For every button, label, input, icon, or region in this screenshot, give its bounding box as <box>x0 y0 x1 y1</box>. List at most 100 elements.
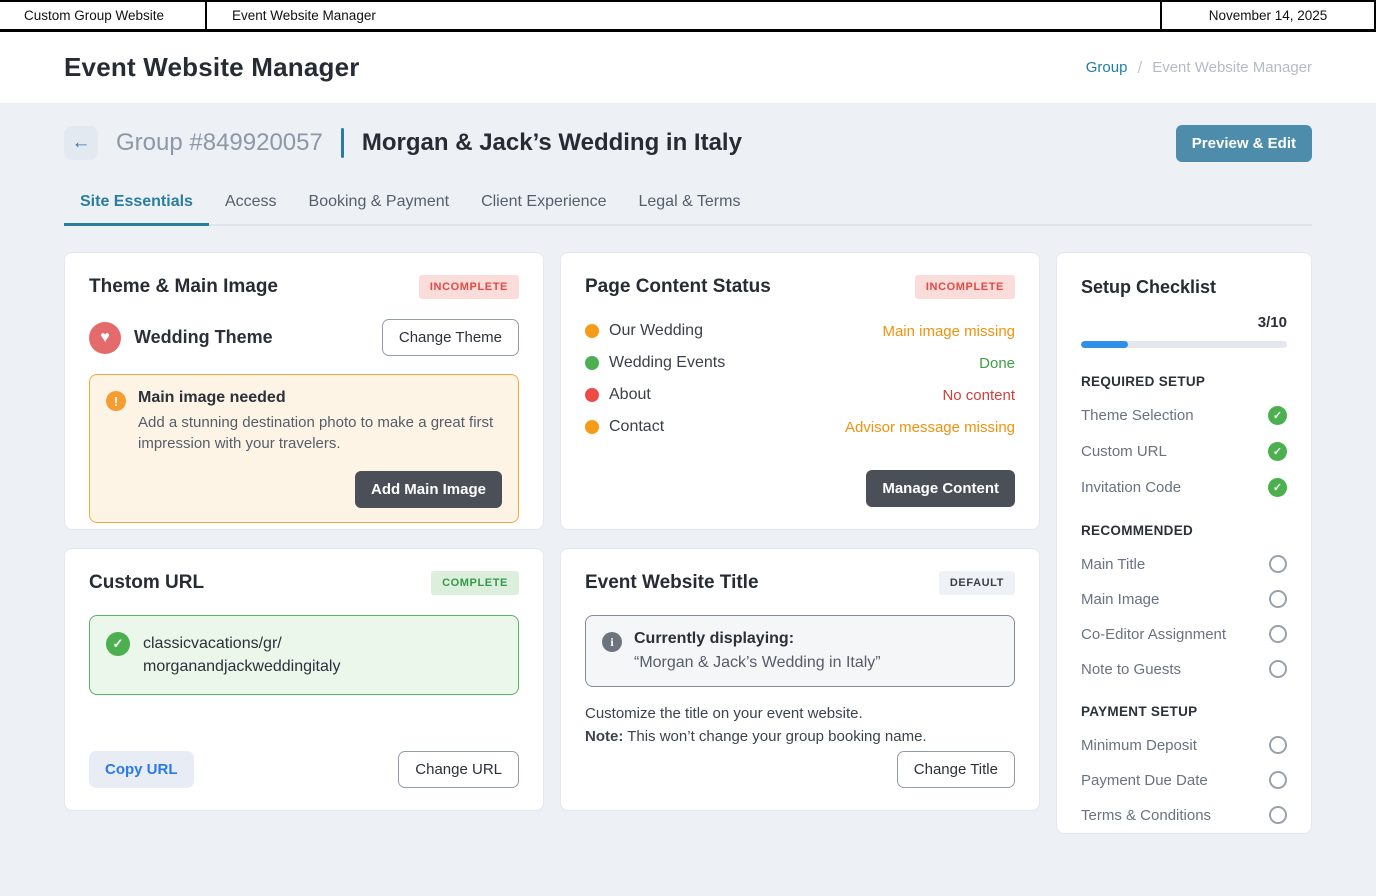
content-area: ← Group #849920057 Morgan & Jack’s Weddi… <box>0 103 1376 834</box>
preview-edit-button[interactable]: Preview & Edit <box>1176 125 1312 162</box>
check-circle-icon: ✓ <box>1268 478 1287 497</box>
info-title: Currently displaying: <box>634 630 881 648</box>
status-row-contact: Contact Advisor message missing <box>585 411 1015 443</box>
card-title: Page Content Status <box>585 276 771 298</box>
change-title-button[interactable]: Change Title <box>897 751 1015 788</box>
check-circle-icon: ✓ <box>1268 442 1287 461</box>
status-badge: INCOMPLETE <box>419 275 519 299</box>
change-theme-button[interactable]: Change Theme <box>382 319 519 356</box>
section-heading-payment: PAYMENT SETUP <box>1081 704 1287 719</box>
empty-circle-icon <box>1269 806 1287 824</box>
breadcrumb: Group / Event Website Manager <box>1086 58 1312 78</box>
checklist-item-main-title: Main Title <box>1081 555 1287 573</box>
status-dot-icon <box>585 324 599 338</box>
card-title: Theme & Main Image <box>89 276 278 298</box>
middle-column: Page Content Status INCOMPLETE Our Weddi… <box>560 252 1040 811</box>
status-badge: INCOMPLETE <box>915 275 1015 299</box>
section-heading-required: REQUIRED SETUP <box>1081 374 1287 389</box>
top-bar: Custom Group Website Event Website Manag… <box>0 0 1376 32</box>
current-title-box: i Currently displaying: “Morgan & Jack’s… <box>585 615 1015 687</box>
empty-circle-icon <box>1269 771 1287 789</box>
theme-name: Wedding Theme <box>134 327 273 348</box>
tab-site-essentials[interactable]: Site Essentials <box>64 185 209 226</box>
manage-content-button[interactable]: Manage Content <box>866 470 1015 507</box>
breadcrumb-current: Event Website Manager <box>1152 59 1312 76</box>
topbar-date: November 14, 2025 <box>1160 2 1376 29</box>
progress-bar <box>1081 341 1287 348</box>
status-badge: COMPLETE <box>431 571 519 595</box>
copy-url-button[interactable]: Copy URL <box>89 751 194 788</box>
checklist-score: 3/10 <box>1081 314 1287 331</box>
empty-circle-icon <box>1269 736 1287 754</box>
custom-url-card: Custom URL COMPLETE ✓ classicvacations/g… <box>64 548 544 811</box>
checklist-item-payment-due-date: Payment Due Date <box>1081 771 1287 789</box>
status-list: Our Wedding Main image missing Wedding E… <box>585 315 1015 443</box>
event-title: Morgan & Jack’s Wedding in Italy <box>362 129 742 157</box>
breadcrumb-separator: / <box>1137 58 1142 78</box>
page-content-status-card: Page Content Status INCOMPLETE Our Weddi… <box>560 252 1040 530</box>
tab-bar: Site Essentials Access Booking & Payment… <box>64 185 1312 226</box>
warning-body: Add a stunning destination photo to make… <box>138 412 502 455</box>
topbar-tab-label: Event Website Manager <box>232 8 376 23</box>
add-main-image-button[interactable]: Add Main Image <box>355 471 502 508</box>
status-row-wedding-events: Wedding Events Done <box>585 347 1015 379</box>
warning-icon: ! <box>106 391 126 411</box>
empty-circle-icon <box>1269 555 1287 573</box>
check-circle-icon: ✓ <box>1268 406 1287 425</box>
page-title: Event Website Manager <box>64 52 360 83</box>
heart-icon: ♥ <box>89 322 121 354</box>
group-header: ← Group #849920057 Morgan & Jack’s Weddi… <box>64 123 1312 163</box>
card-title: Custom URL <box>89 572 204 594</box>
empty-circle-icon <box>1269 625 1287 643</box>
left-column: Theme & Main Image INCOMPLETE ♥ Wedding … <box>64 252 544 811</box>
status-dot-icon <box>585 420 599 434</box>
theme-row: ♥ Wedding Theme Change Theme <box>89 319 519 356</box>
title-description: Customize the title on your event websit… <box>585 703 1015 748</box>
group-number: Group #849920057 <box>116 129 323 157</box>
title-divider <box>341 128 344 158</box>
checklist-item-custom-url: Custom URL ✓ <box>1081 442 1287 461</box>
tab-access[interactable]: Access <box>209 185 293 224</box>
setup-checklist: Setup Checklist 3/10 REQUIRED SETUP Them… <box>1056 252 1312 834</box>
back-button[interactable]: ← <box>64 126 98 160</box>
empty-circle-icon <box>1269 590 1287 608</box>
warning-title: Main image needed <box>138 389 502 407</box>
topbar-tab-label: Custom Group Website <box>24 8 164 23</box>
status-dot-icon <box>585 356 599 370</box>
change-url-button[interactable]: Change URL <box>398 751 519 788</box>
card-title: Event Website Title <box>585 572 759 594</box>
status-badge: DEFAULT <box>939 571 1015 595</box>
main-image-warning: ! Main image needed Add a stunning desti… <box>89 374 519 523</box>
empty-circle-icon <box>1269 660 1287 678</box>
custom-url-value: classicvacations/gr/ morganandjackweddin… <box>143 632 340 678</box>
checklist-item-main-image: Main Image <box>1081 590 1287 608</box>
date-label: November 14, 2025 <box>1209 8 1328 23</box>
url-display-box: ✓ classicvacations/gr/ morganandjackwedd… <box>89 615 519 695</box>
tab-client-experience[interactable]: Client Experience <box>465 185 622 224</box>
section-heading-recommended: RECOMMENDED <box>1081 523 1287 538</box>
checklist-item-minimum-deposit: Minimum Deposit <box>1081 736 1287 754</box>
tab-booking-payment[interactable]: Booking & Payment <box>293 185 466 224</box>
checklist-title: Setup Checklist <box>1081 277 1287 298</box>
status-row-our-wedding: Our Wedding Main image missing <box>585 315 1015 347</box>
back-arrow-icon: ← <box>72 132 91 154</box>
event-website-title-card: Event Website Title DEFAULT i Currently … <box>560 548 1040 811</box>
checklist-item-invitation-code: Invitation Code ✓ <box>1081 478 1287 497</box>
topbar-tab-custom-group-website[interactable]: Custom Group Website <box>0 2 207 29</box>
theme-main-image-card: Theme & Main Image INCOMPLETE ♥ Wedding … <box>64 252 544 530</box>
checklist-item-terms-conditions: Terms & Conditions <box>1081 806 1287 824</box>
status-dot-icon <box>585 388 599 402</box>
progress-fill <box>1081 341 1128 348</box>
status-row-about: About No content <box>585 379 1015 411</box>
check-icon: ✓ <box>106 632 130 656</box>
topbar-tab-event-website-manager[interactable]: Event Website Manager <box>207 2 1160 29</box>
card-grid: Theme & Main Image INCOMPLETE ♥ Wedding … <box>64 252 1312 834</box>
checklist-item-note-to-guests: Note to Guests <box>1081 660 1287 678</box>
checklist-item-theme-selection: Theme Selection ✓ <box>1081 406 1287 425</box>
info-icon: i <box>602 632 622 652</box>
breadcrumb-group-link[interactable]: Group <box>1086 59 1128 76</box>
current-title-value: “Morgan & Jack’s Wedding in Italy” <box>634 654 881 672</box>
checklist-item-co-editor: Co-Editor Assignment <box>1081 625 1287 643</box>
page-header: Event Website Manager Group / Event Webs… <box>0 32 1376 103</box>
tab-legal-terms[interactable]: Legal & Terms <box>622 185 756 224</box>
